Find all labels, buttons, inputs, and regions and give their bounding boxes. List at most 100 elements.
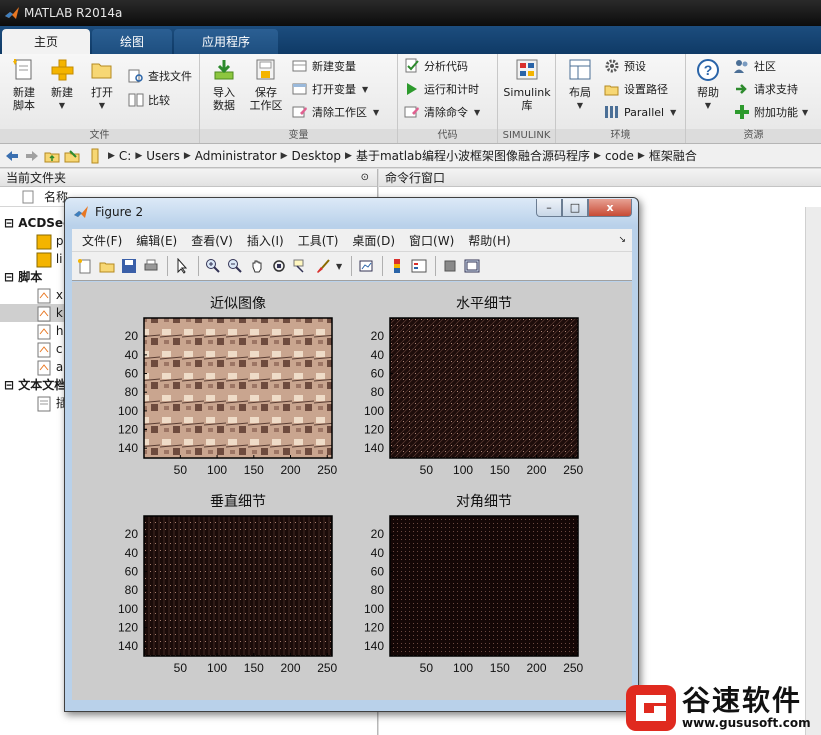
breadcrumb-item[interactable]: 基于matlab编程小波框架图像融合源码程序	[356, 147, 590, 164]
insert-colorbar-button[interactable]	[388, 257, 406, 275]
new-button[interactable]: 新建 ▼	[40, 58, 84, 112]
list-item[interactable]: li	[36, 250, 63, 268]
group-label-file: 文件	[0, 129, 199, 143]
menu-window[interactable]: 窗口(W)	[409, 232, 454, 249]
tab-plots[interactable]: 绘图	[92, 29, 173, 54]
import-data-button[interactable]: 导入 数据	[202, 58, 246, 112]
rotate-3d-button[interactable]	[270, 257, 288, 275]
edit-plot-button[interactable]	[173, 257, 191, 275]
breadcrumb-item[interactable]: Administrator	[195, 149, 277, 163]
list-item[interactable]: c	[36, 340, 62, 358]
tab-home[interactable]: 主页	[2, 29, 91, 54]
tree-section[interactable]: ⊟ 文本文档	[4, 376, 66, 394]
command-window-title: 命令行窗口	[385, 171, 446, 185]
simulink-library-button[interactable]: Simulink 库	[499, 58, 555, 112]
pan-button[interactable]	[248, 257, 266, 275]
list-item[interactable]: x	[36, 286, 63, 304]
clear-workspace-dropdown-icon[interactable]: ▼	[373, 108, 379, 117]
list-item[interactable]: a	[36, 358, 63, 376]
new-figure-button[interactable]	[76, 257, 94, 275]
maximize-button[interactable]: □	[562, 199, 588, 217]
brush-button[interactable]	[314, 257, 332, 275]
show-plot-tools-button[interactable]	[463, 257, 481, 275]
x-tick-label: 200	[526, 661, 546, 675]
breadcrumb-item[interactable]: Desktop	[292, 149, 342, 163]
compare-button[interactable]: 比较	[128, 90, 170, 110]
analyze-code-button[interactable]: 分析代码	[404, 56, 468, 76]
close-button[interactable]: x	[588, 199, 632, 217]
open-file-button[interactable]	[98, 257, 116, 275]
matlab-logo-icon	[5, 7, 19, 19]
add-ons-dropdown-icon[interactable]: ▼	[802, 108, 808, 117]
insert-legend-button[interactable]	[410, 257, 428, 275]
up-folder-icon[interactable]	[44, 148, 60, 164]
breadcrumb-item[interactable]: C:	[119, 149, 131, 163]
figure-canvas[interactable]: 近似图像 50 100 150 200 250 20 40 60 80 100 120 140 水平细节 5…	[72, 282, 632, 700]
script-file-icon	[37, 360, 51, 375]
forward-arrow-icon[interactable]	[24, 148, 40, 164]
preferences-button[interactable]: 预设	[604, 56, 646, 76]
zoom-in-button[interactable]	[204, 257, 222, 275]
save-figure-button[interactable]	[120, 257, 138, 275]
zoom-out-button[interactable]	[226, 257, 244, 275]
clear-commands-button[interactable]: 清除命令 ▼	[404, 102, 480, 122]
link-plot-button[interactable]	[357, 257, 375, 275]
x-tick-label: 100	[453, 661, 473, 675]
dock-arrow-icon[interactable]: ↘	[618, 235, 626, 245]
clear-workspace-button[interactable]: 清除工作区 ▼	[292, 102, 379, 122]
community-button[interactable]: 社区	[734, 56, 776, 76]
menu-edit[interactable]: 编辑(E)	[136, 232, 177, 249]
folder-open-icon	[99, 262, 115, 273]
menu-help[interactable]: 帮助(H)	[468, 232, 510, 249]
request-support-button[interactable]: 请求支持	[734, 79, 798, 99]
set-path-label: 设置路径	[624, 83, 668, 96]
data-cursor-button[interactable]	[292, 257, 310, 275]
minimize-button[interactable]: –	[536, 199, 562, 217]
y-tick-label: 40	[125, 348, 139, 362]
back-arrow-icon[interactable]	[4, 148, 20, 164]
y-tick-label: 100	[364, 602, 384, 616]
print-figure-button[interactable]	[142, 257, 160, 275]
find-files-icon	[128, 69, 143, 83]
run-and-time-button[interactable]: 运行和计时	[404, 79, 479, 99]
tree-section[interactable]: ⊟ 脚本	[4, 268, 42, 286]
figure-window[interactable]: Figure 2 – □ x 文件(F) 编辑(E) 查看(V) 插入(I) 工…	[64, 197, 639, 712]
save-workspace-button[interactable]: 保存 工作区	[244, 58, 288, 112]
breadcrumb-item[interactable]: code	[605, 149, 634, 163]
hide-plot-tools-button[interactable]	[441, 257, 459, 275]
new-variable-button[interactable]: 新建变量	[292, 56, 356, 76]
breadcrumb-item[interactable]: 框架融合	[649, 147, 697, 164]
list-item-selected[interactable]: k	[0, 304, 68, 322]
set-path-button[interactable]: 设置路径	[604, 79, 668, 99]
parallel-dropdown-icon[interactable]: ▼	[670, 108, 676, 117]
open-button[interactable]: 打开 ▼	[80, 58, 124, 112]
menu-desktop[interactable]: 桌面(D)	[352, 232, 395, 249]
clear-workspace-icon	[292, 106, 307, 118]
list-item[interactable]: h	[36, 322, 63, 340]
menu-insert[interactable]: 插入(I)	[247, 232, 284, 249]
menu-view[interactable]: 查看(V)	[191, 232, 233, 249]
add-ons-button[interactable]: 附加功能 ▼	[734, 102, 808, 122]
list-item-label: p	[55, 234, 64, 248]
brush-dropdown-icon[interactable]: ▼	[336, 262, 342, 271]
help-button[interactable]: ? 帮助 ▼	[686, 58, 730, 112]
command-window-scrollbar[interactable]	[805, 207, 821, 735]
open-variable-dropdown-icon[interactable]: ▼	[362, 85, 368, 94]
browse-folder-icon[interactable]	[64, 148, 80, 164]
menu-tools[interactable]: 工具(T)	[298, 232, 339, 249]
panel-menu-icon[interactable]: ⊙	[361, 169, 369, 187]
clear-commands-dropdown-icon[interactable]: ▼	[474, 108, 480, 117]
figure-titlebar[interactable]: Figure 2 – □ x	[65, 198, 638, 226]
tab-apps[interactable]: 应用程序	[174, 29, 279, 54]
list-item[interactable]: p	[36, 232, 63, 250]
parallel-icon	[605, 106, 618, 118]
ribbon-group-variable: 导入 数据 保存 工作区 新建变量 打开变量 ▼ 清除工作区 ▼ 变量	[200, 54, 398, 143]
breadcrumb-item[interactable]: Users	[146, 149, 180, 163]
layout-button[interactable]: 布局 ▼	[558, 58, 602, 112]
menu-file[interactable]: 文件(F)	[82, 232, 122, 249]
find-files-button[interactable]: 查找文件	[128, 66, 192, 86]
parallel-button[interactable]: Parallel ▼	[604, 102, 676, 122]
tree-section[interactable]: ⊟ ACDSee	[4, 214, 71, 232]
open-variable-button[interactable]: 打开变量 ▼	[292, 79, 368, 99]
y-tick-label: 120	[118, 621, 138, 635]
